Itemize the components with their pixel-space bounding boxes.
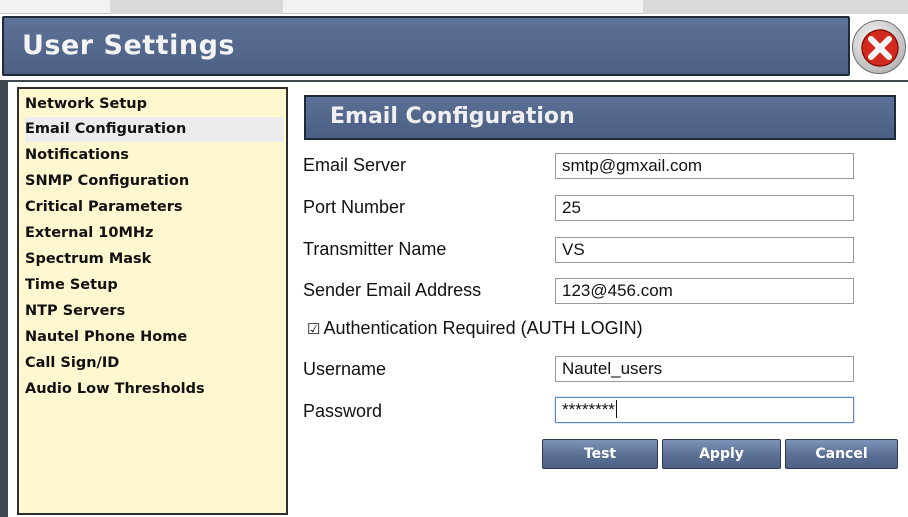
auth-required-label: Authentication Required (AUTH LOGIN) xyxy=(323,318,643,338)
email-server-label: Email Server xyxy=(303,155,407,175)
password-value: ******** xyxy=(562,400,615,419)
username-input[interactable]: Nautel_users xyxy=(555,356,854,382)
sidebar-item-time-setup[interactable]: Time Setup xyxy=(25,273,284,298)
sender-email-input[interactable]: 123@456.com xyxy=(555,278,854,304)
password-label: Password xyxy=(303,401,383,421)
test-button[interactable]: Test xyxy=(542,439,658,469)
title-bar: User Settings xyxy=(2,16,850,76)
sidebar-item-network-setup[interactable]: Network Setup xyxy=(25,92,284,117)
cancel-button[interactable]: Cancel xyxy=(785,439,898,469)
sidebar-item-notifications[interactable]: Notifications xyxy=(25,143,284,168)
settings-sidebar: Network Setup Email Configuration Notifi… xyxy=(17,87,288,515)
sidebar-item-nautel-phone-home[interactable]: Nautel Phone Home xyxy=(25,325,284,350)
checkbox-checked-icon[interactable]: ☑ xyxy=(307,321,320,338)
top-strip-segment xyxy=(0,0,110,14)
transmitter-name-input[interactable]: VS xyxy=(555,237,854,263)
port-number-input[interactable]: 25 xyxy=(555,195,854,221)
sidebar-item-external-10mhz[interactable]: External 10MHz xyxy=(25,221,284,246)
email-server-input[interactable]: smtp@gmxail.com xyxy=(555,153,854,179)
username-label: Username xyxy=(303,359,387,379)
window-title: User Settings xyxy=(22,30,235,61)
sidebar-item-snmp-configuration[interactable]: SNMP Configuration xyxy=(25,169,284,194)
transmitter-name-label: Transmitter Name xyxy=(303,239,447,259)
section-header: Email Configuration xyxy=(304,95,896,140)
close-button[interactable] xyxy=(852,20,906,74)
top-strip xyxy=(0,0,908,14)
section-title: Email Configuration xyxy=(330,104,575,129)
auth-required-row[interactable]: ☑ Authentication Required (AUTH LOGIN) xyxy=(307,318,643,339)
sidebar-item-call-sign-id[interactable]: Call Sign/ID xyxy=(25,351,284,376)
sidebar-item-spectrum-mask[interactable]: Spectrum Mask xyxy=(25,247,284,272)
text-caret xyxy=(615,400,617,418)
sidebar-item-email-configuration[interactable]: Email Configuration xyxy=(25,117,284,142)
sidebar-item-audio-low-thresholds[interactable]: Audio Low Thresholds xyxy=(25,377,284,402)
sender-email-label: Sender Email Address xyxy=(303,280,482,300)
port-number-label: Port Number xyxy=(303,197,406,217)
sidebar-item-critical-parameters[interactable]: Critical Parameters xyxy=(25,195,284,220)
close-icon xyxy=(861,29,899,67)
apply-button[interactable]: Apply xyxy=(662,439,781,469)
password-input[interactable]: ******** xyxy=(555,397,854,423)
sidebar-item-ntp-servers[interactable]: NTP Servers xyxy=(25,299,284,324)
top-strip-segment xyxy=(283,0,643,14)
